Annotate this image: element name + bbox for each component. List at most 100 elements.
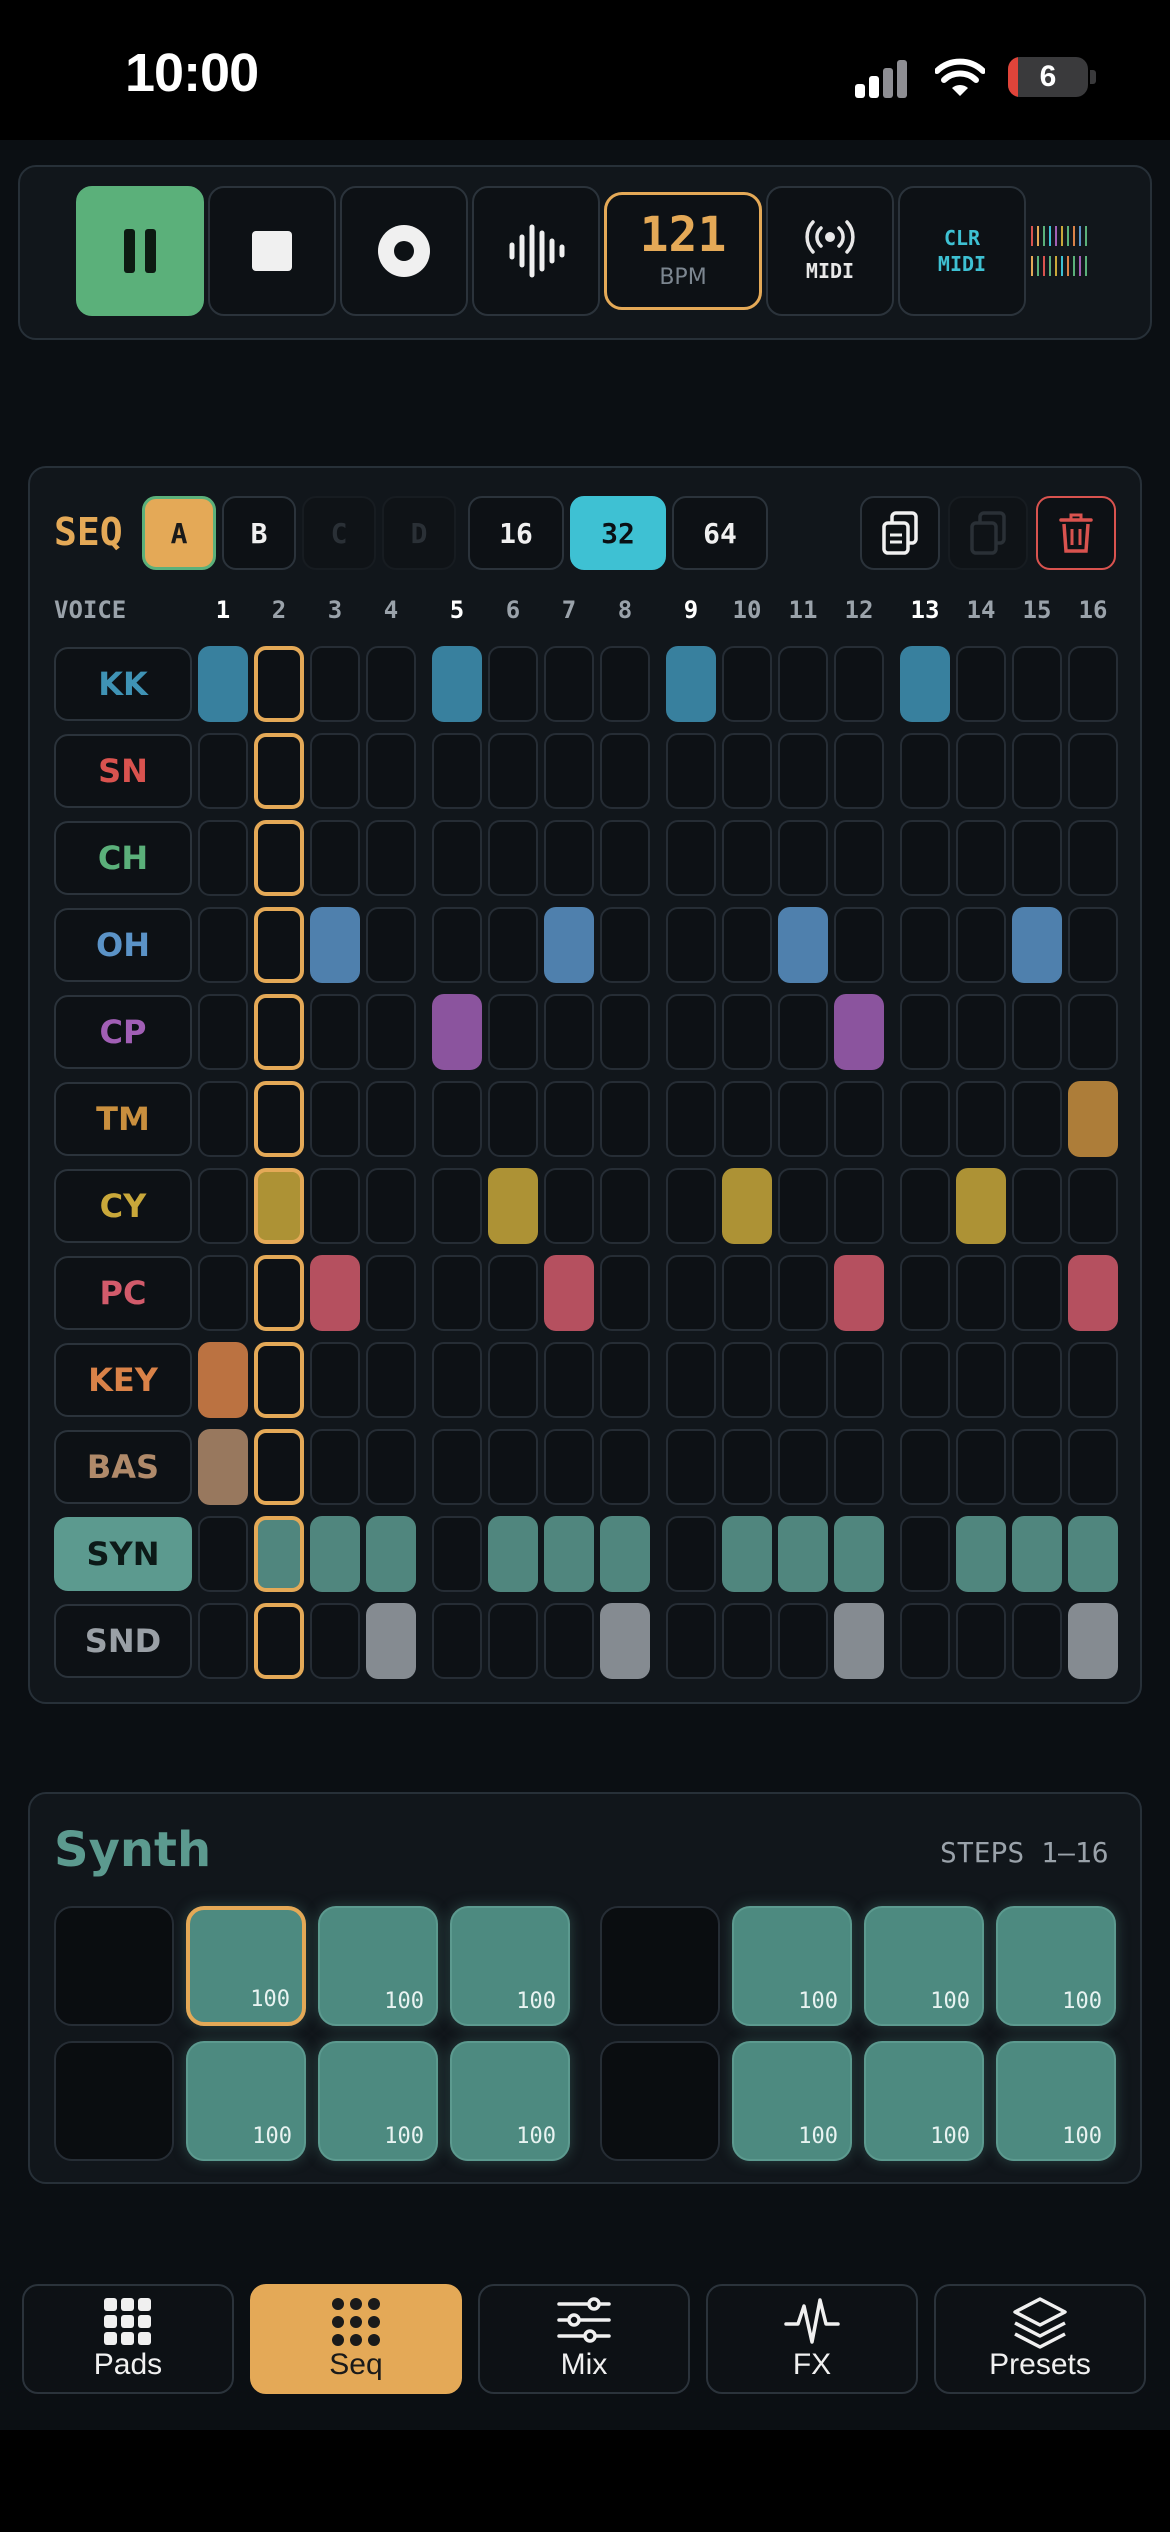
step-cell[interactable] — [310, 1603, 360, 1679]
step-cell[interactable] — [544, 1603, 594, 1679]
step-cell[interactable] — [198, 1168, 248, 1244]
step-cell[interactable] — [366, 1516, 416, 1592]
step-cell[interactable] — [198, 733, 248, 809]
step-cell[interactable] — [198, 1516, 248, 1592]
step-cell[interactable] — [722, 1168, 772, 1244]
step-cell[interactable] — [488, 733, 538, 809]
step-cell[interactable] — [1068, 1342, 1118, 1418]
length-16-button[interactable]: 16 — [468, 496, 564, 570]
pattern-d-button[interactable]: D — [382, 496, 456, 570]
step-cell[interactable] — [1012, 1603, 1062, 1679]
step-cell[interactable] — [432, 1081, 482, 1157]
step-cell[interactable] — [254, 1603, 304, 1679]
step-cell[interactable] — [254, 1081, 304, 1157]
step-cell[interactable] — [488, 1168, 538, 1244]
voice-button-tm[interactable]: TM — [54, 1082, 192, 1156]
paste-pattern-button[interactable] — [948, 496, 1028, 570]
voice-button-oh[interactable]: OH — [54, 908, 192, 982]
step-cell[interactable] — [1068, 907, 1118, 983]
step-cell[interactable] — [310, 820, 360, 896]
step-cell[interactable] — [366, 1081, 416, 1157]
step-cell[interactable] — [254, 1342, 304, 1418]
step-cell[interactable] — [544, 907, 594, 983]
step-cell[interactable] — [778, 1081, 828, 1157]
step-cell[interactable] — [488, 1342, 538, 1418]
copy-pattern-button[interactable] — [860, 496, 940, 570]
step-cell[interactable] — [310, 1255, 360, 1331]
waveform-button[interactable] — [472, 186, 600, 316]
step-cell[interactable] — [254, 646, 304, 722]
step-cell[interactable] — [900, 820, 950, 896]
step-cell[interactable] — [834, 733, 884, 809]
step-cell[interactable] — [900, 1603, 950, 1679]
synth-step-pad[interactable] — [54, 2041, 174, 2161]
step-cell[interactable] — [956, 1168, 1006, 1244]
step-cell[interactable] — [544, 994, 594, 1070]
step-cell[interactable] — [666, 1603, 716, 1679]
step-cell[interactable] — [600, 646, 650, 722]
step-cell[interactable] — [432, 1168, 482, 1244]
step-cell[interactable] — [900, 1429, 950, 1505]
step-cell[interactable] — [722, 1342, 772, 1418]
step-cell[interactable] — [956, 994, 1006, 1070]
step-cell[interactable] — [432, 733, 482, 809]
step-cell[interactable] — [254, 1168, 304, 1244]
step-cell[interactable] — [834, 994, 884, 1070]
step-cell[interactable] — [778, 1342, 828, 1418]
step-cell[interactable] — [956, 1081, 1006, 1157]
delete-pattern-button[interactable] — [1036, 496, 1116, 570]
step-cell[interactable] — [1068, 1516, 1118, 1592]
step-cell[interactable] — [544, 1255, 594, 1331]
step-cell[interactable] — [834, 1081, 884, 1157]
step-cell[interactable] — [666, 1168, 716, 1244]
pattern-b-button[interactable]: B — [222, 496, 296, 570]
step-cell[interactable] — [1012, 907, 1062, 983]
step-cell[interactable] — [544, 1081, 594, 1157]
step-cell[interactable] — [956, 733, 1006, 809]
clear-midi-button[interactable]: CLR MIDI — [898, 186, 1026, 316]
step-cell[interactable] — [900, 994, 950, 1070]
step-cell[interactable] — [1068, 994, 1118, 1070]
synth-step-pad[interactable] — [600, 2041, 720, 2161]
step-cell[interactable] — [1012, 820, 1062, 896]
pattern-a-button[interactable]: A — [142, 496, 216, 570]
voice-button-cp[interactable]: CP — [54, 995, 192, 1069]
step-cell[interactable] — [432, 820, 482, 896]
step-cell[interactable] — [834, 1603, 884, 1679]
step-cell[interactable] — [254, 1255, 304, 1331]
step-cell[interactable] — [1068, 820, 1118, 896]
step-cell[interactable] — [956, 1342, 1006, 1418]
step-cell[interactable] — [198, 1429, 248, 1505]
step-cell[interactable] — [778, 1168, 828, 1244]
step-cell[interactable] — [310, 1516, 360, 1592]
step-cell[interactable] — [722, 646, 772, 722]
step-cell[interactable] — [544, 646, 594, 722]
step-cell[interactable] — [1012, 1516, 1062, 1592]
tab-seq[interactable]: Seq — [250, 2284, 462, 2394]
step-cell[interactable] — [1012, 994, 1062, 1070]
tab-mix[interactable]: Mix — [478, 2284, 690, 2394]
step-cell[interactable] — [254, 733, 304, 809]
step-cell[interactable] — [956, 1429, 1006, 1505]
step-cell[interactable] — [600, 1081, 650, 1157]
step-cell[interactable] — [310, 1168, 360, 1244]
step-cell[interactable] — [666, 907, 716, 983]
tab-fx[interactable]: FX — [706, 2284, 918, 2394]
step-cell[interactable] — [198, 1603, 248, 1679]
step-cell[interactable] — [722, 1081, 772, 1157]
synth-step-pad[interactable] — [600, 1906, 720, 2026]
step-cell[interactable] — [600, 1168, 650, 1244]
step-cell[interactable] — [1012, 1255, 1062, 1331]
length-64-button[interactable]: 64 — [672, 496, 768, 570]
step-cell[interactable] — [778, 907, 828, 983]
step-cell[interactable] — [1012, 1429, 1062, 1505]
step-cell[interactable] — [956, 907, 1006, 983]
step-cell[interactable] — [366, 1255, 416, 1331]
step-cell[interactable] — [900, 1255, 950, 1331]
step-cell[interactable] — [956, 646, 1006, 722]
step-cell[interactable] — [254, 1429, 304, 1505]
synth-step-pad[interactable]: 100 — [732, 1906, 852, 2026]
step-cell[interactable] — [900, 646, 950, 722]
voice-button-bas[interactable]: BAS — [54, 1430, 192, 1504]
step-cell[interactable] — [1068, 1168, 1118, 1244]
